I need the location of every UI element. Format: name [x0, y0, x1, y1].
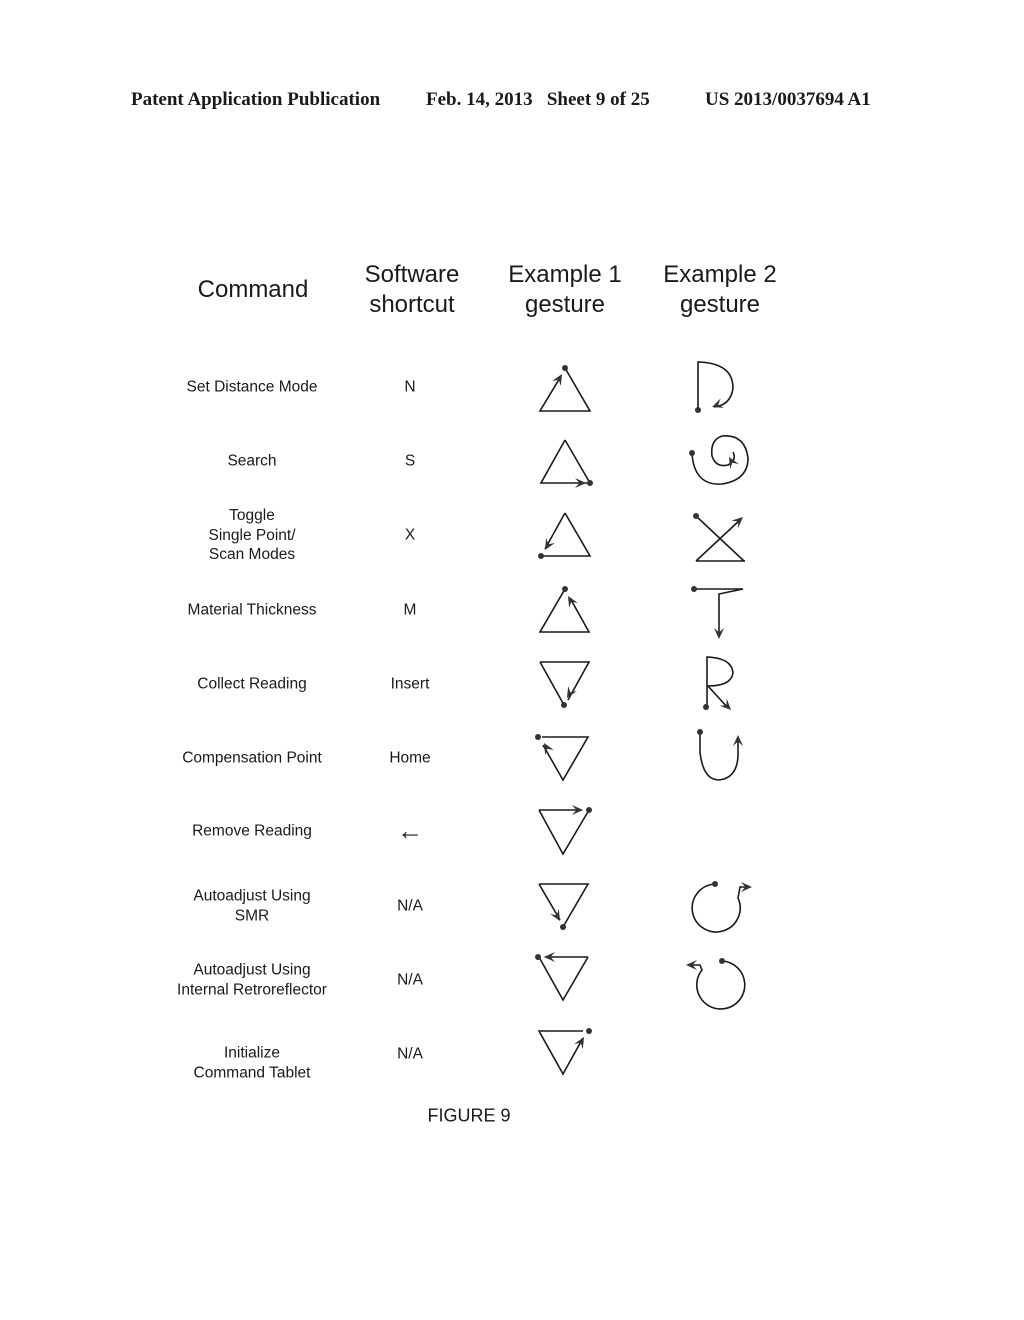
gesture-triangle-down-end-bottom-arrow-down-right-icon — [538, 883, 590, 930]
gesture-letter-T-arrow-down-icon — [691, 586, 744, 639]
gesture-circle-counterclockwise-arrow-left-icon — [686, 958, 746, 1010]
gesture-drawings — [535, 361, 752, 1076]
gesture-triangle-down-end-top-right-arrow-up-right-icon — [537, 1028, 592, 1076]
gesture-triangle-down-end-bottom-arrow-down-left-icon — [539, 661, 591, 708]
gesture-x-with-base-icon — [693, 513, 745, 562]
gesture-triangle-down-end-top-left-arrow-left-icon — [535, 952, 589, 1002]
gesture-circle-clockwise-arrow-right-icon — [691, 881, 752, 933]
gesture-spiral-icon — [689, 435, 749, 485]
gesture-triangle-up-end-bottom-left-arrow-down-left-icon — [538, 512, 592, 559]
gesture-letter-U-arrow-up-icon — [697, 729, 743, 781]
gesture-letter-D-icon — [695, 361, 734, 413]
gesture-triangle-down-end-top-right-arrow-right-icon — [538, 805, 592, 856]
gesture-triangle-up-start-top-arrow-left-side-icon — [538, 365, 592, 412]
gesture-letter-R-icon — [703, 656, 734, 710]
gesture-triangle-up-end-bottom-right-arrow-right-icon — [539, 439, 593, 488]
gesture-triangle-down-end-top-left-arrow-up-left-icon — [535, 734, 590, 782]
gesture-triangle-up-start-top-arrow-right-side-up-icon — [538, 586, 591, 633]
